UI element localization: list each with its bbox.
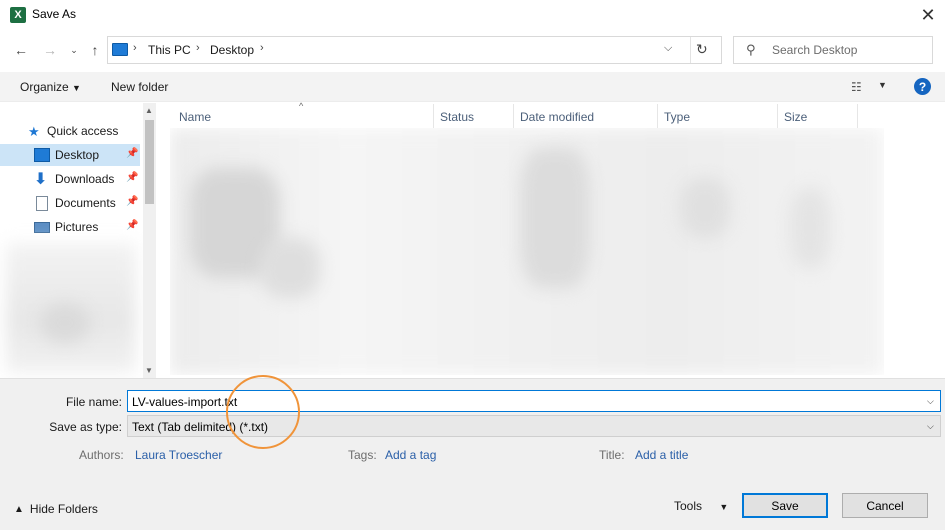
arrow-right-icon: → xyxy=(43,42,57,58)
tools-label: Tools xyxy=(674,499,703,513)
tools-button[interactable]: Tools ▼ xyxy=(674,499,728,513)
scrollbar-thumb[interactable] xyxy=(145,120,154,204)
nav-scrollbar[interactable]: ▲ ▼ xyxy=(143,103,156,378)
breadcrumb-desktop[interactable]: Desktop xyxy=(210,43,254,57)
address-bar[interactable]: › This PC › Desktop › ⌵ ↻ xyxy=(107,36,722,64)
caret-down-icon[interactable]: ▼ xyxy=(878,80,887,90)
search-input[interactable] xyxy=(772,42,922,58)
close-button[interactable]: ✕ xyxy=(915,3,941,27)
refresh-icon[interactable]: ↻ xyxy=(696,41,708,58)
chevron-down-icon[interactable]: ⌵ xyxy=(927,421,934,432)
sidebar-item-desktop[interactable]: Desktop 📌 xyxy=(0,144,140,166)
breadcrumb-separator-icon: › xyxy=(133,42,137,54)
caret-down-icon: ▼ xyxy=(72,83,81,93)
tags-value[interactable]: Add a tag xyxy=(385,448,436,462)
tags-label: Tags: xyxy=(348,448,377,462)
sidebar-item-label: Documents xyxy=(55,196,116,210)
search-icon: ⚲ xyxy=(746,42,756,57)
sidebar-item-documents[interactable]: Documents 📌 xyxy=(0,192,140,214)
title-value[interactable]: Add a title xyxy=(635,448,688,462)
cancel-button[interactable]: Cancel xyxy=(842,493,928,518)
window-title: Save As xyxy=(32,7,77,21)
column-separator[interactable] xyxy=(513,104,514,128)
quick-access-label[interactable]: Quick access xyxy=(47,124,118,138)
pin-icon: 📌 xyxy=(126,172,139,183)
title-bar: X Save As ✕ xyxy=(0,0,945,30)
up-button[interactable]: ↑ xyxy=(85,40,105,60)
back-button[interactable]: ← xyxy=(11,40,31,60)
file-list[interactable] xyxy=(170,128,884,375)
sidebar-item-pictures[interactable]: Pictures 📌 xyxy=(0,216,140,238)
breadcrumb-separator-icon: › xyxy=(196,42,200,54)
scroll-up-icon[interactable]: ▲ xyxy=(145,106,153,115)
scroll-down-icon[interactable]: ▼ xyxy=(145,366,153,375)
title-label: Title: xyxy=(599,448,625,462)
highlight-circle-annotation xyxy=(226,375,300,449)
navigation-pane: ★ Quick access Desktop 📌 ⬇ Downloads 📌 D… xyxy=(0,103,157,378)
blurred-nav-content xyxy=(40,303,90,343)
hide-folders-button[interactable]: ▲ Hide Folders xyxy=(14,502,98,516)
column-header-type[interactable]: Type xyxy=(664,110,690,124)
chevron-down-icon[interactable]: ⌵ xyxy=(927,396,934,407)
column-header-date-modified[interactable]: Date modified xyxy=(520,110,594,124)
close-icon: ✕ xyxy=(920,4,936,25)
chevron-down-icon: ⌄ xyxy=(70,44,78,55)
help-icon[interactable]: ? xyxy=(914,78,931,95)
chevron-up-icon: ▲ xyxy=(14,503,24,515)
recent-locations-button[interactable]: ⌄ xyxy=(64,40,84,60)
column-separator[interactable] xyxy=(777,104,778,128)
download-icon: ⬇ xyxy=(34,171,48,188)
column-separator[interactable] xyxy=(657,104,658,128)
this-pc-icon xyxy=(112,43,128,56)
hide-folders-label: Hide Folders xyxy=(29,502,98,516)
sort-ascending-icon: ^ xyxy=(299,101,304,111)
save-as-type-label: Save as type: xyxy=(49,420,122,434)
column-header-size[interactable]: Size xyxy=(784,110,807,124)
sidebar-item-label: Pictures xyxy=(55,220,99,234)
search-box[interactable]: ⚲ xyxy=(733,36,933,64)
organize-button[interactable]: Organize ▼ xyxy=(20,80,81,94)
blurred-file-content xyxy=(260,238,320,298)
column-separator[interactable] xyxy=(857,104,858,128)
blurred-file-content xyxy=(790,188,830,268)
organize-label: Organize xyxy=(20,80,69,94)
breadcrumb-this-pc[interactable]: This PC xyxy=(148,43,191,57)
forward-button[interactable]: → xyxy=(40,40,60,60)
pictures-icon xyxy=(34,222,50,233)
save-button[interactable]: Save xyxy=(742,493,828,518)
blurred-file-content xyxy=(520,148,590,288)
document-icon xyxy=(36,196,48,211)
pin-icon: 📌 xyxy=(126,196,139,207)
file-name-label: File name: xyxy=(65,395,122,409)
sidebar-item-downloads[interactable]: ⬇ Downloads 📌 xyxy=(0,168,140,190)
column-header-status[interactable]: Status xyxy=(440,110,474,124)
sidebar-item-label: Desktop xyxy=(55,148,100,162)
caret-down-icon: ▼ xyxy=(719,502,729,512)
excel-icon: X xyxy=(10,7,26,23)
arrow-up-icon: ↑ xyxy=(91,42,99,58)
column-separator[interactable] xyxy=(433,104,434,128)
star-icon: ★ xyxy=(28,124,40,139)
address-divider xyxy=(690,37,691,63)
pin-icon: 📌 xyxy=(126,220,139,231)
view-options-icon[interactable]: ☷ xyxy=(851,80,862,94)
column-header-name[interactable]: Name xyxy=(179,110,211,124)
blurred-file-content xyxy=(680,178,730,238)
authors-value[interactable]: Laura Troescher xyxy=(135,448,222,462)
breadcrumb-separator-icon: › xyxy=(260,42,264,54)
authors-label: Authors: xyxy=(79,448,124,462)
new-folder-button[interactable]: New folder xyxy=(111,80,168,94)
command-bar: Organize ▼ New folder ☷ ▼ xyxy=(0,72,945,102)
sidebar-item-label: Downloads xyxy=(55,172,115,186)
arrow-left-icon: ← xyxy=(14,42,28,58)
desktop-icon xyxy=(34,148,50,162)
pin-icon: 📌 xyxy=(126,148,139,159)
address-dropdown-icon[interactable]: ⌵ xyxy=(664,42,672,55)
